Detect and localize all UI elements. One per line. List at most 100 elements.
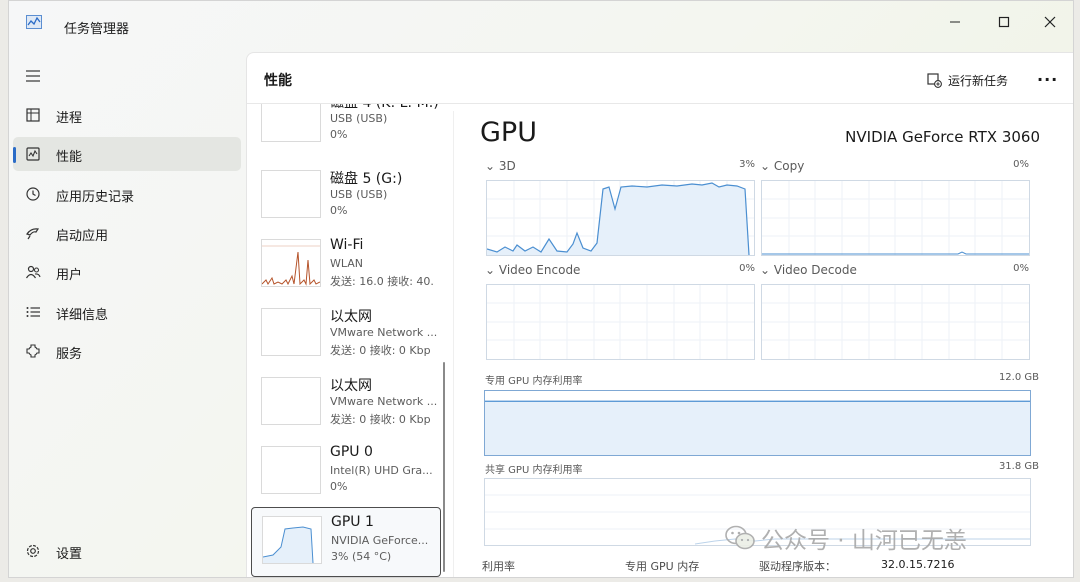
device-subtitle: USB (USB): [330, 188, 388, 201]
startup-apps-icon: [24, 224, 42, 242]
nav-label: 启动应用: [56, 229, 109, 244]
task-manager-icon: [26, 15, 42, 29]
watermark-text: 公众号 · 山河已无恙: [761, 528, 967, 554]
device-name: GPU 0: [330, 444, 373, 460]
graph-video-encode: [486, 284, 755, 360]
task-manager-window: 任务管理器 进程 性能 应用历史记录 启动应用 用户 详细信息 服务 设置 性能…: [8, 0, 1074, 578]
graph-dedicated-memory: [484, 390, 1031, 456]
run-task-icon: [927, 72, 942, 88]
performance-icon: [24, 145, 42, 163]
device-name: Wi-Fi: [330, 237, 364, 253]
page-title: 性能: [264, 73, 292, 89]
nav-item-services[interactable]: 服务: [13, 334, 241, 368]
engine-selector-3d[interactable]: ⌄ 3D: [485, 159, 516, 173]
gpu-model: NVIDIA GeForce RTX 3060: [845, 128, 1040, 146]
device-name: GPU 1: [331, 514, 374, 530]
wechat-icon: [725, 525, 755, 550]
close-icon: [1044, 16, 1056, 28]
graph-copy: [761, 180, 1030, 256]
run-task-label: 运行新任务: [948, 73, 1009, 88]
engine-value: 0%: [1013, 159, 1029, 170]
engine-selector-video-encode[interactable]: ⌄ Video Encode: [485, 263, 580, 277]
device-value: 0%: [330, 480, 348, 493]
device-name: 磁盘 5 (G:): [330, 171, 403, 187]
device-subtitle: VMware Network ...: [330, 395, 438, 408]
dedicated-memory-fill: [485, 401, 1030, 455]
graph-3d: [486, 180, 755, 256]
details-scrollbar[interactable]: [1073, 145, 1074, 455]
nav-item-processes[interactable]: 进程: [13, 98, 241, 132]
dedicated-stat-label: 专用 GPU 内存: [625, 560, 700, 573]
minimize-button[interactable]: [932, 7, 978, 37]
driver-version-value: 32.0.15.7216: [881, 558, 955, 571]
engine-label: Copy: [773, 159, 805, 173]
device-item-ethernet-1[interactable]: 以太网 VMware Network ... 发送: 0 接收: 0 Kbp: [251, 300, 439, 368]
device-subtitle: NVIDIA GeForce...: [331, 534, 429, 547]
hamburger-menu-button[interactable]: [23, 67, 43, 85]
nav-item-users[interactable]: 用户: [13, 255, 241, 289]
services-icon: [24, 342, 42, 360]
device-name: 以太网: [330, 378, 372, 394]
device-value: 0%: [330, 204, 348, 217]
dedicated-memory-label: 专用 GPU 内存利用率: [485, 376, 583, 387]
nav-item-app-history[interactable]: 应用历史记录: [13, 177, 241, 211]
shared-memory-max: 31.8 GB: [998, 461, 1039, 472]
gpu1-thumbnail: [262, 516, 322, 564]
engine-value: 0%: [1013, 263, 1029, 274]
device-subtitle: WLAN: [330, 257, 364, 270]
details-icon: [24, 303, 42, 321]
nav-label: 性能: [56, 150, 83, 165]
nav-label: 进程: [56, 111, 83, 126]
device-subtitle: USB (USB): [330, 112, 388, 125]
device-thumbnail: [261, 170, 321, 218]
device-value: 0%: [330, 128, 348, 141]
device-item-wifi[interactable]: Wi-Fi WLAN 发送: 16.0 接收: 40.: [251, 231, 439, 299]
nav-item-performance[interactable]: 性能: [13, 137, 241, 171]
gear-icon: [24, 542, 42, 560]
close-button[interactable]: [1027, 7, 1073, 37]
nav-item-details[interactable]: 详细信息: [13, 295, 241, 329]
main-content: 性能 运行新任务 ··· 磁盘 4 (K: L: M:) USB (USB) 0…: [246, 52, 1074, 577]
driver-version-label: 驱动程序版本：: [759, 560, 836, 573]
active-indicator: [13, 147, 16, 163]
pane-divider: [453, 111, 454, 577]
hamburger-icon: [26, 70, 40, 82]
shared-memory-label: 共享 GPU 内存利用率: [485, 465, 583, 476]
device-list-scrollbar[interactable]: [443, 362, 445, 572]
device-item-disk5[interactable]: 磁盘 5 (G:) USB (USB) 0%: [251, 162, 439, 230]
nav-label: 应用历史记录: [56, 190, 135, 205]
maximize-button[interactable]: [981, 7, 1027, 37]
device-value: 发送: 0 接收: 0 Kbp: [330, 413, 431, 426]
device-item-gpu0[interactable]: GPU 0 Intel(R) UHD Gra... 0%: [251, 438, 439, 506]
nav-label: 设置: [56, 547, 83, 562]
nav-label: 用户: [56, 268, 83, 283]
wifi-thumbnail: [261, 239, 321, 287]
nav-item-startup-apps[interactable]: 启动应用: [13, 216, 241, 250]
device-value: 发送: 0 接收: 0 Kbp: [330, 344, 431, 357]
device-item-disk4[interactable]: 磁盘 4 (K: L: M:) USB (USB) 0%: [251, 104, 439, 154]
engine-label: Video Decode: [773, 263, 857, 277]
engine-selector-copy[interactable]: ⌄ Copy: [760, 159, 804, 173]
device-value: 3% (54 °C): [331, 550, 392, 563]
processes-icon: [24, 106, 42, 124]
device-thumbnail: [261, 308, 321, 356]
utilization-label: 利用率: [482, 560, 515, 573]
device-value: 发送: 16.0 接收: 40.: [330, 275, 434, 288]
engine-value: 0%: [739, 263, 755, 274]
app-history-icon: [24, 185, 42, 203]
device-name: 磁盘 4 (K: L: M:): [330, 104, 439, 112]
device-list[interactable]: 磁盘 4 (K: L: M:) USB (USB) 0% 磁盘 5 (G:) U…: [247, 104, 447, 577]
run-new-task-button[interactable]: 运行新任务: [927, 68, 1008, 92]
title-bar: 任务管理器: [9, 1, 1073, 49]
device-name: 以太网: [330, 309, 372, 325]
device-item-ethernet-2[interactable]: 以太网 VMware Network ... 发送: 0 接收: 0 Kbp: [251, 369, 439, 437]
engine-selector-video-decode[interactable]: ⌄ Video Decode: [760, 263, 857, 277]
device-thumbnail: [261, 377, 321, 425]
nav-item-settings[interactable]: 设置: [13, 534, 241, 568]
window-title: 任务管理器: [64, 22, 130, 37]
more-options-button[interactable]: ···: [1037, 70, 1058, 89]
engine-label: 3D: [498, 159, 516, 173]
device-subtitle: Intel(R) UHD Gra...: [330, 464, 433, 477]
nav-label: 服务: [56, 347, 83, 362]
device-item-gpu1[interactable]: GPU 1 NVIDIA GeForce... 3% (54 °C): [251, 507, 441, 577]
